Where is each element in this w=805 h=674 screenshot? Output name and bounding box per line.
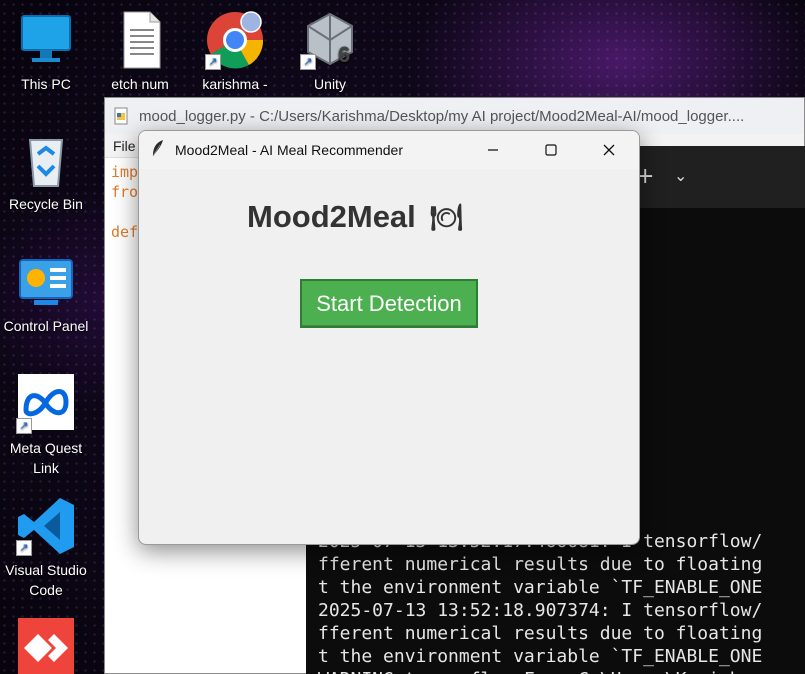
terminal-line: t the environment variable `TF_ENABLE_ON… [318,646,763,667]
mood2meal-window[interactable]: Mood2Meal - AI Meal Recommender Mood2Mea… [138,130,640,545]
svg-text:6: 6 [338,42,350,67]
plate-icon: 🍽 [429,201,463,232]
terminal-line: 2025-07-13 13:52:18.907374: I tensorflow… [318,600,763,621]
app-titlebar[interactable]: Mood2Meal - AI Meal Recommender [139,131,639,169]
editor-title: mood_logger.py - C:/Users/Karishma/Deskt… [139,107,745,125]
meta-icon: ↗ [16,374,76,434]
vscode-icon: ↗ [16,496,76,556]
maximize-button[interactable] [522,131,580,169]
close-button[interactable] [580,131,638,169]
desktop-icon-vscode[interactable]: ↗ Visual Studio Code [0,496,94,600]
minimize-button[interactable] [464,131,522,169]
app-window-title: Mood2Meal - AI Meal Recommender [175,142,403,158]
start-detection-button[interactable]: Start Detection [300,279,478,328]
shortcut-arrow-icon: ↗ [16,540,32,556]
unity-icon: 6 ↗ [300,10,360,70]
python-file-icon [114,107,128,125]
text-file-icon [110,10,170,70]
shortcut-arrow-icon: ↗ [205,54,221,70]
close-icon [603,144,615,156]
terminal-line: fferent numerical results due to floatin… [318,554,763,575]
terminal-line: fferent numerical results due to floatin… [318,623,763,644]
desktop-icon-karishma-chrome[interactable]: ↗ karishma - [187,10,283,94]
editor-titlebar[interactable]: mood_logger.py - C:/Users/Karishma/Deskt… [105,98,804,134]
shortcut-arrow-icon: ↗ [16,418,32,434]
shortcut-arrow-icon: ↗ [300,54,316,70]
minimize-icon [488,149,498,151]
app-heading: Mood2Meal 🍽 [247,199,463,235]
desktop-icon-recycle-bin[interactable]: Recycle Bin [0,130,94,214]
tab-dropdown-chevron-icon[interactable]: ⌄ [674,166,687,185]
feather-icon [151,139,167,161]
monitor-icon [16,10,76,70]
chrome-icon: ↗ [205,10,265,70]
terminal-line: t the environment variable `TF_ENABLE_ON… [318,577,763,598]
recycle-bin-icon [16,130,76,190]
maximize-icon [545,144,557,156]
desktop-icon-meta-quest-link[interactable]: ↗ Meta Quest Link [0,374,94,478]
desktop-icon-etch-num[interactable]: etch num [92,10,188,94]
desktop-icon-control-panel[interactable]: Control Panel [0,252,94,336]
desktop-icon-anydesk[interactable] [0,618,94,674]
desktop-icon-this-pc[interactable]: This PC [0,10,94,94]
anydesk-icon [16,618,76,674]
control-panel-icon [16,252,76,312]
terminal-line: WARNING:tensorflow:From C:\Users\Karishm [318,668,805,674]
desktop-icon-unity[interactable]: 6 ↗ Unity [282,10,378,94]
menu-file[interactable]: File [113,138,136,154]
app-heading-text: Mood2Meal [247,199,416,234]
